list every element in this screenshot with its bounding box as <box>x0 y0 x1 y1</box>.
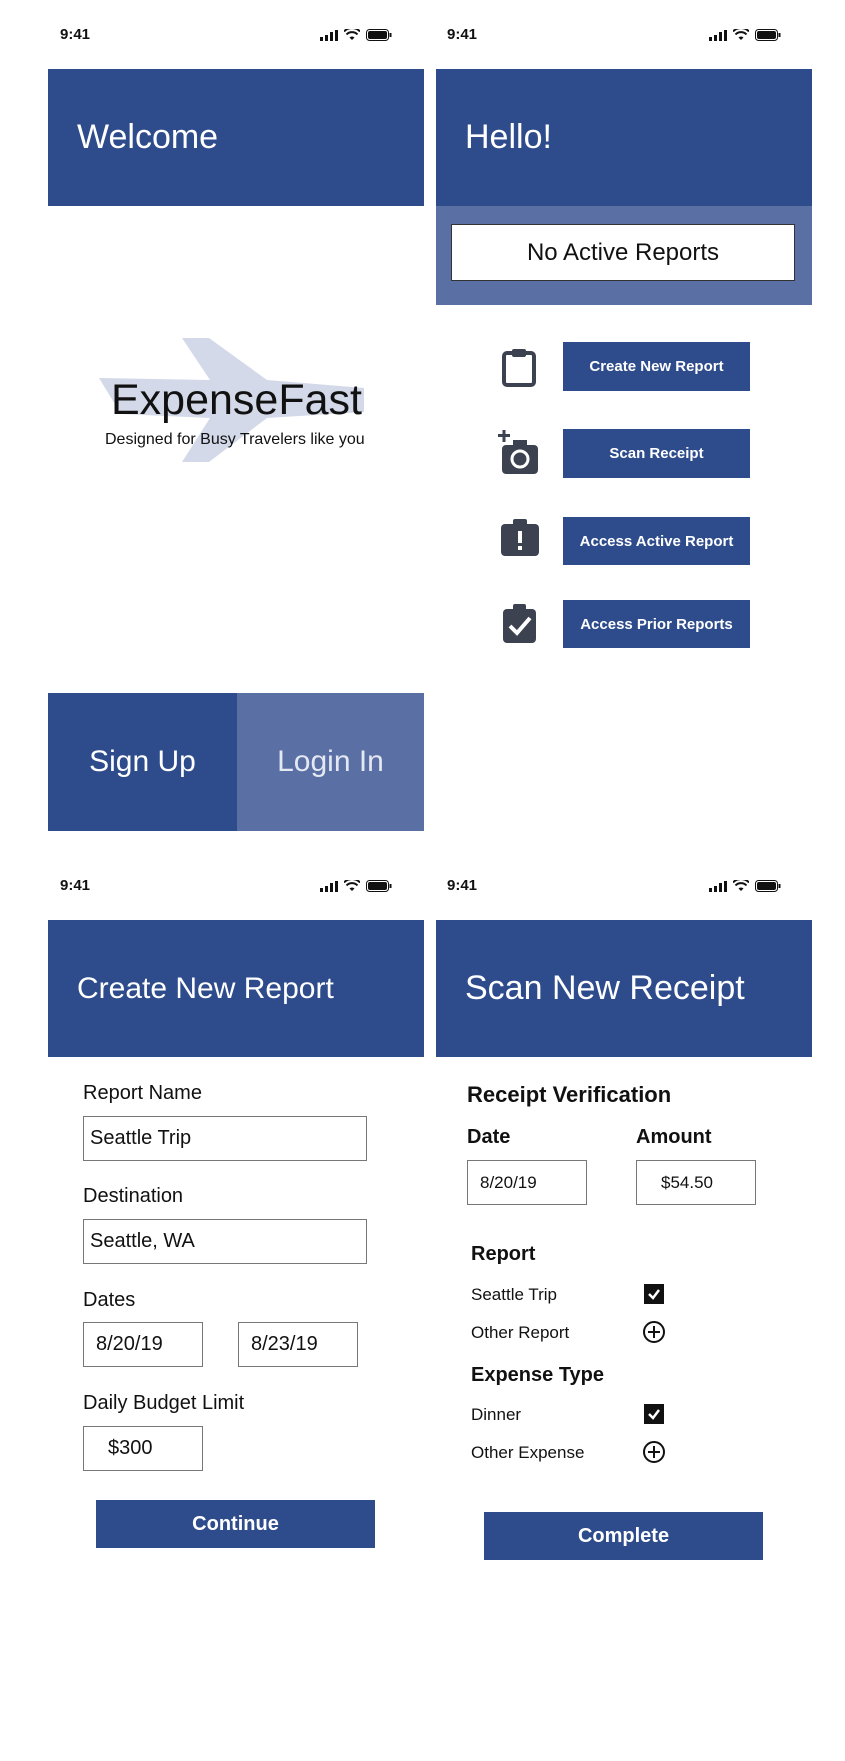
destination-label: Destination <box>83 1185 184 1207</box>
status-icons <box>320 29 392 41</box>
page-title: Welcome <box>77 118 219 156</box>
battery-icon <box>755 880 781 892</box>
wifi-icon <box>733 29 749 40</box>
receipt-date-value: 8/20/19 <box>480 1172 537 1192</box>
scan-header: Scan New Receipt <box>436 920 812 1057</box>
report-option-checkbox[interactable] <box>644 1284 664 1304</box>
receipt-date-input[interactable]: 8/20/19 <box>467 1160 587 1205</box>
continue-button[interactable]: Continue <box>96 1500 375 1548</box>
create-report-button[interactable]: Create New Report <box>563 342 750 391</box>
clipboard-icon <box>500 348 540 393</box>
expense-option-label: Dinner <box>471 1405 522 1424</box>
status-icons <box>709 29 781 41</box>
receipt-amount-value: $54.50 <box>661 1172 713 1192</box>
add-expense-button[interactable] <box>642 1440 666 1469</box>
destination-value: Seattle, WA <box>90 1230 195 1252</box>
start-date-input[interactable]: 8/20/19 <box>83 1322 203 1367</box>
start-date-value: 8/20/19 <box>96 1333 163 1355</box>
access-prior-reports-button[interactable]: Access Prior Reports <box>563 600 750 648</box>
page-title: Scan New Receipt <box>465 969 745 1007</box>
reports-panel: No Active Reports <box>436 206 812 305</box>
destination-input[interactable]: Seattle, WA <box>83 1219 367 1264</box>
page-title: Hello! <box>465 118 552 156</box>
battery-icon <box>366 29 392 41</box>
signal-icon <box>709 880 727 892</box>
expense-section-label: Expense Type <box>471 1364 605 1386</box>
end-date-input[interactable]: 8/23/19 <box>238 1322 358 1367</box>
wifi-icon <box>344 29 360 40</box>
reports-status: No Active Reports <box>451 224 795 281</box>
brand-tagline: Designed for Busy Travelers like you <box>105 431 365 448</box>
wifi-icon <box>733 880 749 891</box>
expense-option-label: Other Expense <box>471 1443 585 1462</box>
signal-icon <box>709 29 727 41</box>
budget-input[interactable]: $300 <box>83 1426 203 1471</box>
checkmark-icon <box>648 1409 660 1420</box>
complete-button[interactable]: Complete <box>484 1512 763 1560</box>
wifi-icon <box>344 880 360 891</box>
signal-icon <box>320 29 338 41</box>
status-time: 9:41 <box>447 877 478 894</box>
status-time: 9:41 <box>60 26 91 43</box>
status-icons <box>709 880 781 892</box>
access-active-report-button[interactable]: Access Active Report <box>563 517 750 565</box>
checkmark-icon <box>648 1289 660 1300</box>
signal-icon <box>320 880 338 892</box>
logo: ExpenseFast Designed for Busy Travelers … <box>99 338 379 462</box>
battery-icon <box>755 29 781 41</box>
status-icons <box>320 880 392 892</box>
end-date-value: 8/23/19 <box>251 1333 318 1355</box>
report-name-input[interactable]: Seattle Trip <box>83 1116 367 1161</box>
budget-label: Daily Budget Limit <box>83 1392 245 1414</box>
date-label: Date <box>467 1126 511 1148</box>
plus-circle-icon <box>643 1441 665 1463</box>
amount-label: Amount <box>636 1126 712 1148</box>
report-option-label: Seattle Trip <box>471 1285 557 1304</box>
status-time: 9:41 <box>60 877 91 894</box>
create-header: Create New Report <box>48 920 424 1057</box>
camera-plus-icon <box>496 430 544 481</box>
brand-name: ExpenseFast <box>111 376 362 424</box>
report-name-label: Report Name <box>83 1082 202 1104</box>
status-time: 9:41 <box>447 26 478 43</box>
signup-button[interactable]: Sign Up <box>48 693 237 831</box>
battery-icon <box>366 880 392 892</box>
budget-value: $300 <box>108 1437 153 1459</box>
receipt-amount-input[interactable]: $54.50 <box>636 1160 756 1205</box>
report-name-value: Seattle Trip <box>90 1127 192 1149</box>
report-section-label: Report <box>471 1243 536 1265</box>
dates-label: Dates <box>83 1289 136 1311</box>
login-button[interactable]: Login In <box>237 693 424 831</box>
clipboard-check-icon <box>502 604 538 649</box>
expense-option-checkbox[interactable] <box>644 1404 664 1424</box>
report-option-label: Other Report <box>471 1323 570 1342</box>
scan-receipt-button[interactable]: Scan Receipt <box>563 429 750 478</box>
plus-circle-icon <box>643 1321 665 1343</box>
home-header: Hello! <box>436 69 812 206</box>
add-report-button[interactable] <box>642 1320 666 1349</box>
clipboard-alert-icon <box>499 518 541 563</box>
welcome-header: Welcome <box>48 69 424 206</box>
page-title: Create New Report <box>77 971 334 1005</box>
section-title: Receipt Verification <box>467 1082 672 1107</box>
